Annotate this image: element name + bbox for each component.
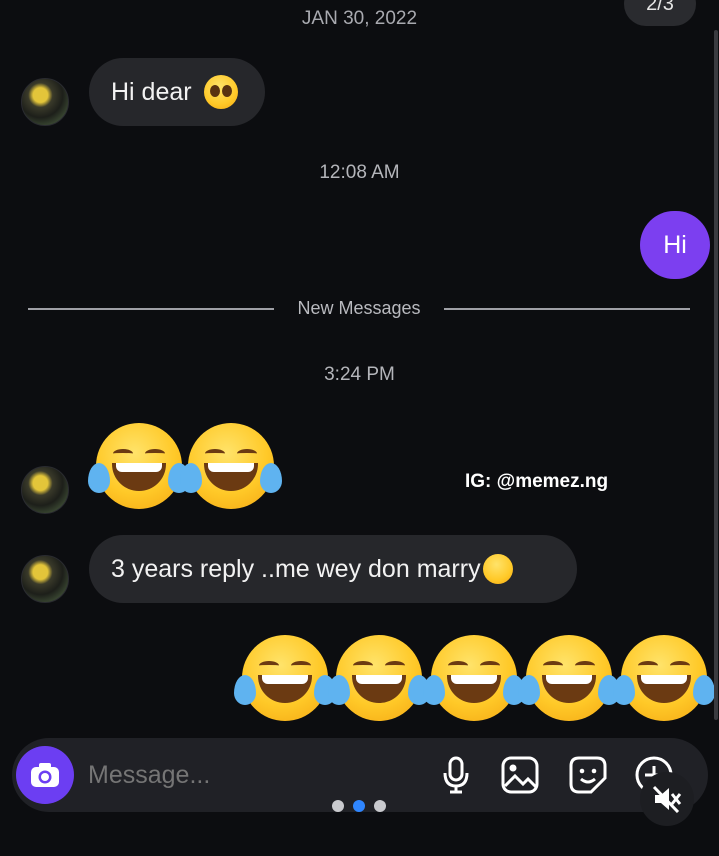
message-text: Hi <box>663 230 687 259</box>
face-with-tears-of-joy-icon[interactable] <box>180 423 282 509</box>
new-messages-divider: New Messages <box>297 298 421 318</box>
face-with-tears-of-joy-icon[interactable] <box>234 635 336 721</box>
timestamp: 12:08 AM <box>319 162 400 183</box>
microphone-button[interactable] <box>434 753 478 797</box>
face-with-tears-of-joy-icon[interactable] <box>423 635 525 721</box>
sticker-button[interactable] <box>566 753 610 797</box>
image-icon <box>501 756 539 794</box>
message-bubble-incoming[interactable]: 3 years reply ..me wey don marry <box>89 535 577 603</box>
carousel-dot-active[interactable] <box>353 800 365 812</box>
gallery-button[interactable] <box>498 753 542 797</box>
carousel-dot[interactable] <box>332 800 344 812</box>
sticker-icon <box>569 756 607 794</box>
avatar[interactable] <box>21 555 69 603</box>
divider-line-right <box>444 308 690 310</box>
divider-line-left <box>28 308 274 310</box>
carousel-dots <box>332 800 386 812</box>
face-with-tears-of-joy-icon[interactable] <box>88 423 190 509</box>
face-with-tears-of-joy-icon <box>482 554 513 584</box>
pleading-face-icon <box>203 75 238 109</box>
speaker-muted-icon <box>652 785 682 813</box>
message-bubble-incoming[interactable]: Hi dear <box>89 58 265 126</box>
camera-button[interactable] <box>16 746 74 804</box>
avatar[interactable] <box>21 78 69 126</box>
message-bubble-outgoing[interactable]: Hi <box>640 211 710 279</box>
message-text: 3 years reply ..me wey don marry <box>111 554 481 583</box>
scrollbar[interactable] <box>714 30 718 720</box>
carousel-dot[interactable] <box>374 800 386 812</box>
face-with-tears-of-joy-icon[interactable] <box>518 635 620 721</box>
message-text: Hi dear <box>111 77 192 106</box>
microphone-icon <box>443 756 469 794</box>
camera-icon <box>31 763 59 787</box>
timestamp: 3:24 PM <box>324 364 395 385</box>
face-with-tears-of-joy-icon[interactable] <box>328 635 430 721</box>
avatar[interactable] <box>21 466 69 514</box>
watermark: IG: @memez.ng <box>465 471 609 492</box>
mute-button[interactable] <box>640 772 694 826</box>
message-input[interactable] <box>88 756 418 794</box>
face-with-tears-of-joy-icon[interactable] <box>613 635 715 721</box>
date-header: JAN 30, 2022 <box>301 8 418 29</box>
